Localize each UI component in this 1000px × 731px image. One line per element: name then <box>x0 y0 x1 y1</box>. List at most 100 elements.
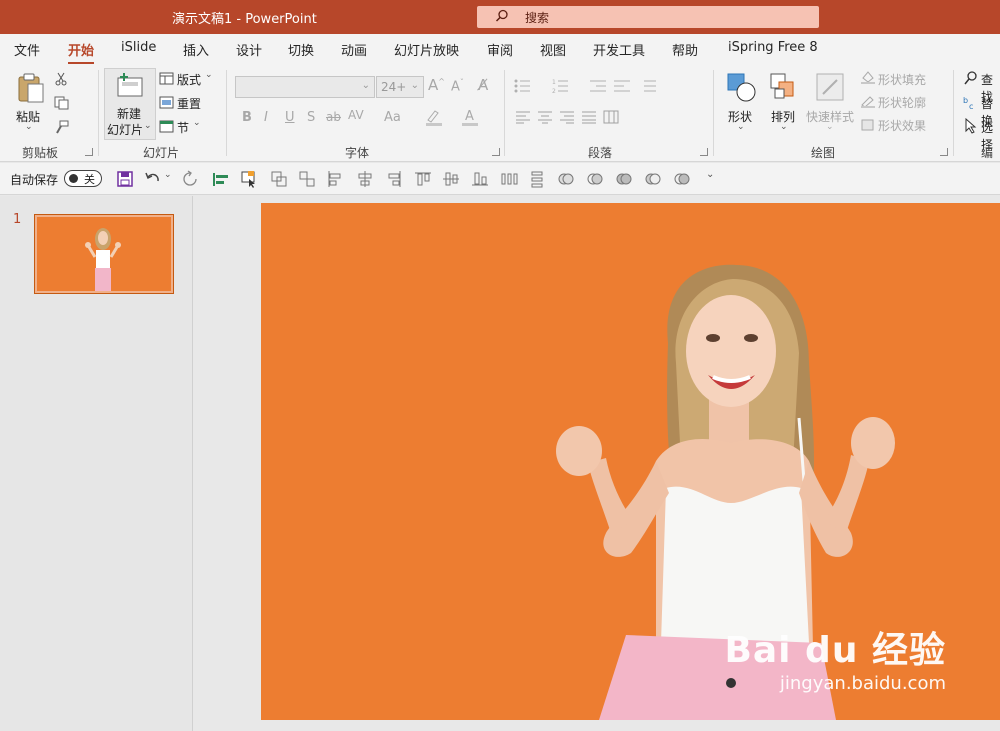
tab-view[interactable]: 视图 <box>540 40 566 59</box>
font-size-value: 24+ <box>381 80 407 94</box>
search-label: 搜索 <box>525 11 550 25</box>
grow-font-icon[interactable]: A^ <box>428 76 445 94</box>
cut-icon[interactable] <box>54 72 68 86</box>
section-icon <box>159 120 174 133</box>
alignment-icons[interactable] <box>514 110 624 124</box>
strikethrough-icon[interactable]: ab <box>326 110 341 124</box>
select-icon <box>965 118 977 134</box>
arrange-icon <box>770 73 794 99</box>
slide-thumbnail-pane: 1 <box>0 196 193 731</box>
copy-icon[interactable] <box>54 96 70 110</box>
shapes-button[interactable]: 形状 ⌄ <box>724 70 760 136</box>
align-right-icon[interactable] <box>385 170 403 188</box>
tab-slideshow[interactable]: 幻灯片放映 <box>394 40 459 59</box>
chevron-down-icon: ⌄ <box>25 122 33 132</box>
tab-animations[interactable]: 动画 <box>341 40 367 59</box>
search-box[interactable]: 搜索 <box>477 6 819 28</box>
paragraph-launcher-icon[interactable] <box>700 148 708 156</box>
svg-text:c: c <box>969 102 973 110</box>
list-format-icons[interactable]: 12 <box>514 78 694 94</box>
ribbon-tabs: 文件 开始 iSlide 插入 设计 切换 动画 幻灯片放映 审阅 视图 开发工… <box>0 34 1000 65</box>
autosave-toggle-state: 关 <box>84 173 95 186</box>
italic-icon[interactable]: I <box>264 110 268 125</box>
clear-format-icon[interactable]: A̸ <box>478 76 488 94</box>
font-color-icon[interactable]: A <box>460 108 480 126</box>
tab-design[interactable]: 设计 <box>236 40 262 59</box>
drawing-launcher-icon[interactable] <box>940 148 948 156</box>
svg-text:b: b <box>963 96 968 105</box>
align-bottom-icon[interactable] <box>471 170 489 188</box>
shape-outline-button[interactable]: 形状轮廓 <box>878 94 926 111</box>
new-slide-label-2: 幻灯片 <box>107 123 144 137</box>
slide-canvas[interactable]: Bai du 经验 jingyan.baidu.com <box>261 203 1000 720</box>
layout-button[interactable]: 版式 <box>177 71 201 88</box>
font-launcher-icon[interactable] <box>492 148 500 156</box>
tab-help[interactable]: 帮助 <box>672 40 698 59</box>
shape-effects-button[interactable]: 形状效果 <box>878 117 926 134</box>
slides-group-label: 幻灯片 <box>143 146 180 160</box>
shape-fill-button[interactable]: 形状填充 <box>878 71 926 88</box>
tab-transitions[interactable]: 切换 <box>288 40 314 59</box>
watermark-brand: Bai du 经验 <box>724 630 946 671</box>
paste-button[interactable]: 粘贴 ⌄ <box>12 70 48 136</box>
tab-review[interactable]: 审阅 <box>487 40 513 59</box>
autosave-toggle[interactable]: 关 <box>64 170 102 187</box>
baidu-watermark: Bai du 经验 jingyan.baidu.com <box>724 621 946 694</box>
underline-icon[interactable]: U <box>285 110 295 125</box>
merge-fragment-icon[interactable] <box>615 170 633 188</box>
save-icon[interactable] <box>116 170 134 188</box>
distribute-vertical-icon[interactable] <box>528 170 546 188</box>
bold-icon[interactable]: B <box>242 110 252 125</box>
merge-union-icon[interactable] <box>557 170 575 188</box>
title-bar: 演示文稿1 - PowerPoint 搜索 <box>0 0 1000 34</box>
arrange-button[interactable]: 排列 ⌄ <box>767 70 803 136</box>
clipboard-launcher-icon[interactable] <box>85 148 93 156</box>
tab-insert[interactable]: 插入 <box>183 40 209 59</box>
shape-effects-icon <box>861 119 874 131</box>
chevron-down-icon: ⌄ <box>410 80 419 91</box>
align-tool-icon[interactable] <box>212 170 230 188</box>
chevron-down-icon[interactable]: ⌄ <box>164 170 172 180</box>
shapes-icon <box>727 73 756 102</box>
align-middle-icon[interactable] <box>442 170 460 188</box>
slide-thumbnail[interactable] <box>34 214 174 294</box>
align-left-icon[interactable] <box>326 170 344 188</box>
align-top-icon[interactable] <box>414 170 432 188</box>
font-size-combo[interactable]: 24+ ⌄ <box>376 76 424 98</box>
quick-access-toolbar: 自动保存 关 ⌄ ⌄ <box>0 163 1000 195</box>
watermark-url: jingyan.baidu.com <box>779 673 946 694</box>
quick-styles-button[interactable]: 快速样式 ⌄ <box>805 70 857 136</box>
undo-icon[interactable] <box>144 170 162 188</box>
svg-text:2: 2 <box>552 88 556 94</box>
section-button[interactable]: 节 <box>177 119 189 136</box>
find-icon <box>964 71 977 85</box>
merge-intersect-icon[interactable] <box>644 170 662 188</box>
ungroup-icon[interactable] <box>298 170 316 188</box>
tab-ispring[interactable]: iSpring Free 8 <box>728 40 818 55</box>
font-family-combo[interactable]: ⌄ <box>235 76 375 98</box>
tab-islide[interactable]: iSlide <box>121 40 156 55</box>
shrink-font-icon[interactable]: Aˇ <box>451 78 464 94</box>
redo-icon[interactable] <box>182 170 200 188</box>
format-painter-icon[interactable] <box>54 120 70 134</box>
merge-subtract-icon[interactable] <box>673 170 691 188</box>
font-group-label: 字体 <box>345 146 370 160</box>
tab-home[interactable]: 开始 <box>68 40 95 65</box>
customize-toolbar-icon[interactable]: ⌄ <box>706 169 714 180</box>
reset-button[interactable]: 重置 <box>177 95 201 112</box>
slide-thumbnail-image <box>37 217 171 291</box>
shadow-icon[interactable]: S <box>307 110 315 125</box>
chevron-down-icon: ⌄ <box>780 122 788 132</box>
tab-developer[interactable]: 开发工具 <box>593 40 645 59</box>
merge-combine-icon[interactable] <box>586 170 604 188</box>
tab-file[interactable]: 文件 <box>14 40 40 59</box>
chevron-down-icon: ⌄ <box>205 70 213 80</box>
change-case-icon[interactable]: Aa <box>384 110 401 125</box>
char-spacing-icon[interactable]: AV <box>348 108 364 122</box>
distribute-horizontal-icon[interactable] <box>500 170 518 188</box>
highlight-icon[interactable] <box>424 108 444 126</box>
select-shape-icon[interactable] <box>240 170 258 188</box>
align-center-icon[interactable] <box>356 170 374 188</box>
group-icon[interactable] <box>270 170 288 188</box>
drawing-group-label: 绘图 <box>811 146 836 160</box>
